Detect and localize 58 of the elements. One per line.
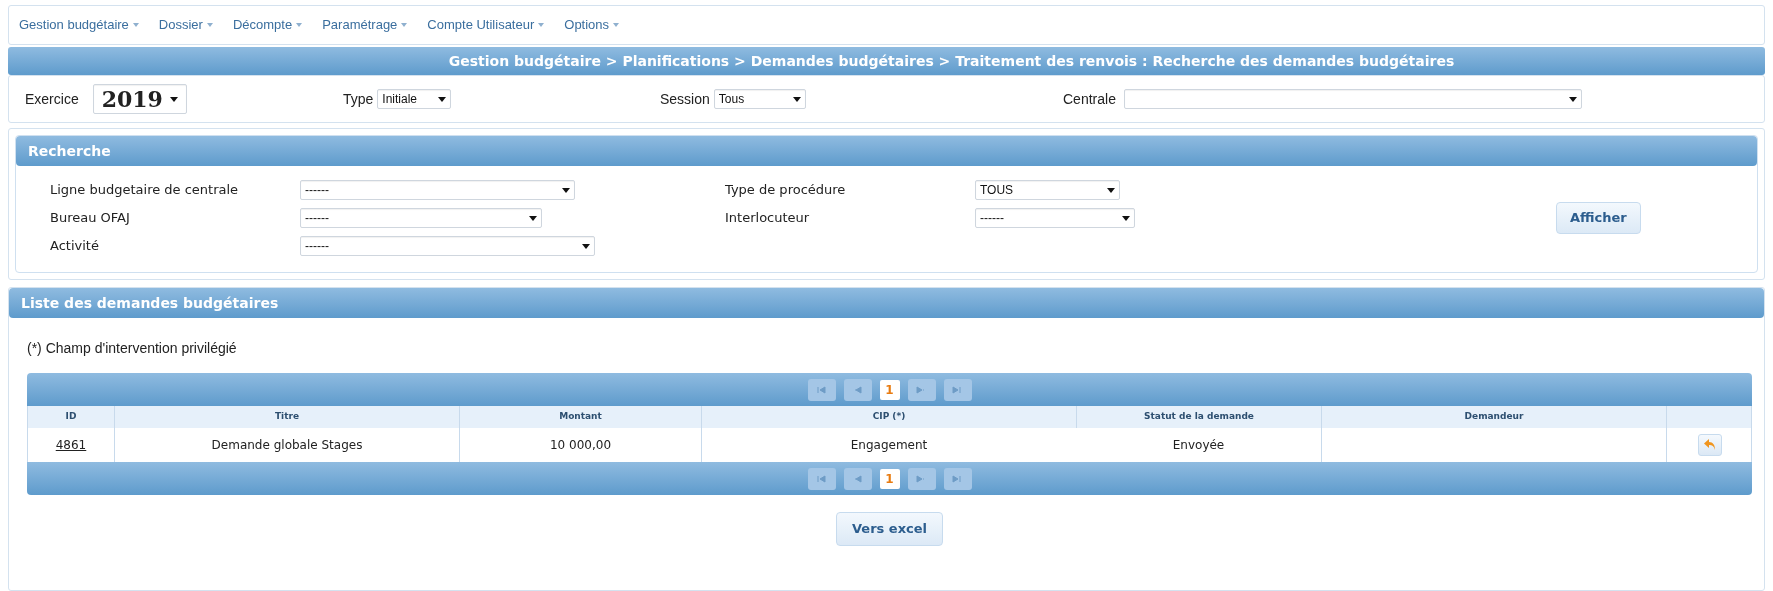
export-button[interactable]: Vers excel [836,512,943,546]
display-button[interactable]: Afficher [1556,202,1641,234]
previous-page-icon [852,473,863,484]
first-page-icon [816,384,827,395]
menu-item[interactable]: Compte Utilisateur [427,15,545,35]
footnote: (*) Champ d'intervention privilégié [27,339,238,358]
filter-label: Centrale [1063,89,1116,109]
select-field[interactable]: ------ [975,208,1135,228]
menu-item[interactable]: Dossier [158,15,213,35]
caret-icon [401,23,408,27]
select-field[interactable]: ------ [300,236,595,256]
caret-icon [438,96,447,102]
select-field[interactable]: ------ [300,180,575,200]
next-page-icon [916,473,927,484]
next-page-icon [916,384,927,395]
caret-icon [582,243,590,249]
filter-select[interactable] [1123,89,1582,109]
filter-label: Type [343,89,374,109]
field-label: Interlocuteur [725,209,811,228]
reply-button[interactable] [1698,434,1722,456]
caret-icon [613,23,620,27]
caret-icon [1568,96,1577,102]
panel-title: Liste des demandes budgétaires [21,293,279,313]
field-label: Bureau OFAJ [50,209,131,228]
filter-label: Session [660,89,710,109]
column-header: ID [64,410,78,424]
id-link[interactable]: 4861 [55,436,87,454]
menu-item[interactable]: Gestion budgétaire [19,15,139,35]
caret-icon [1107,187,1115,193]
menu-item[interactable]: Options [564,15,620,35]
return-arrow-icon [1703,438,1717,452]
field-label: Activité [50,237,100,256]
select-field[interactable]: TOUS [975,180,1120,200]
select-field[interactable]: ------ [300,208,542,228]
filter-label: Exercice [25,89,79,109]
field-label: Type de procédure [725,181,847,200]
previous-page-icon [852,384,863,395]
menu-item[interactable]: Paramétrage [322,15,408,35]
table-cell-text: Envoyée [1171,437,1226,454]
field-label: Ligne budgetaire de centrale [50,181,240,200]
caret-icon [169,96,178,102]
last-page-icon [952,473,963,484]
last-page-icon [952,384,963,395]
menu-item[interactable]: Décompte [232,15,303,35]
year-select[interactable]: 2019 [92,84,187,114]
caret-icon [132,23,139,27]
caret-icon [206,23,213,27]
caret-icon [538,23,545,27]
caret-icon [529,215,537,221]
caret-icon [562,187,570,193]
breadcrumb: Gestion budgétaire > Planifications > Demandes budgétaires > Traitement des renvois : Recherche des demandes budgétaires [448,51,1455,71]
filter-select[interactable]: Tous [713,89,806,109]
caret-icon [296,23,303,27]
panel-title: Recherche [28,141,111,161]
first-page-icon [816,473,827,484]
caret-icon [792,96,801,102]
filter-select[interactable]: Initiale [377,89,452,109]
caret-icon [1122,215,1130,221]
